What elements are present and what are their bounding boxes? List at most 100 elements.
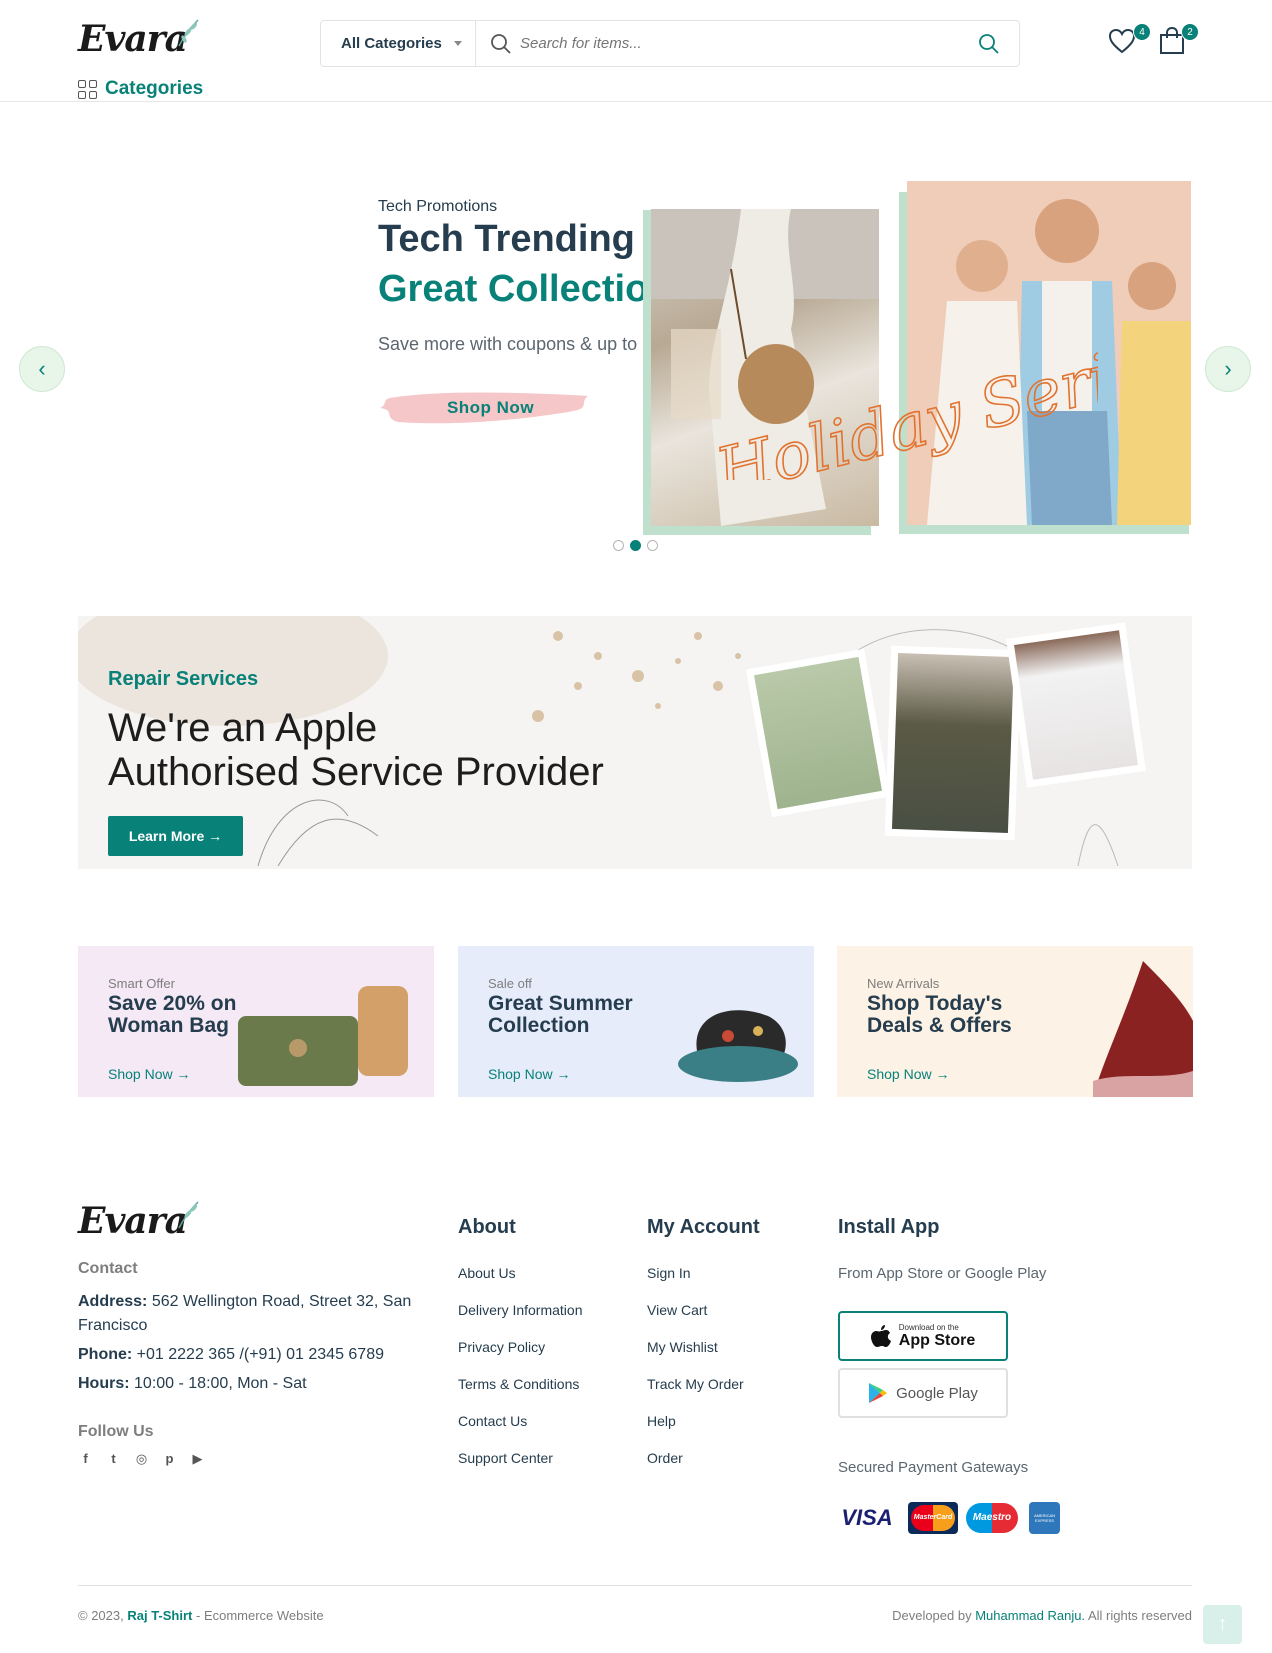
phone-label: Phone: — [78, 1346, 133, 1363]
slider-dot-3[interactable] — [647, 540, 658, 551]
search-bar: All Categories — [320, 20, 1020, 67]
copyright-suffix: - Ecommerce Website — [196, 1608, 324, 1623]
footer-link-terms[interactable]: Terms & Conditions — [458, 1376, 583, 1413]
payments-label: Secured Payment Gateways — [838, 1459, 1029, 1476]
hero-subtitle: Tech Promotions — [378, 198, 498, 215]
promo-title-3: Shop Today's Deals & Offers — [867, 992, 1012, 1037]
twitter-icon[interactable]: t — [106, 1451, 121, 1466]
copyright-brand-link[interactable]: Raj T-Shirt — [127, 1608, 192, 1623]
cart-count-badge: 2 — [1181, 23, 1199, 41]
categories-menu-button[interactable]: Categories — [78, 78, 203, 100]
maestro-icon: Maestro — [966, 1502, 1018, 1534]
about-links: About Us Delivery Information Privacy Po… — [458, 1265, 583, 1487]
footer-link-sign-in[interactable]: Sign In — [647, 1265, 744, 1302]
footer-link-wishlist[interactable]: My Wishlist — [647, 1339, 744, 1376]
app-store-small-text: Download on the — [898, 1322, 959, 1332]
footer-leaf-icon — [178, 1201, 199, 1229]
category-select[interactable]: All Categories — [321, 21, 476, 66]
promo-card-deals[interactable]: New Arrivals Shop Today's Deals & Offers… — [837, 946, 1193, 1097]
bucket-hat-image — [678, 1010, 798, 1082]
chevron-left-icon: ‹ — [38, 356, 46, 381]
svg-text:Holiday Series: Holiday Series — [708, 340, 1098, 480]
footer-logo-text: Evara — [78, 1200, 188, 1242]
footer-link-order[interactable]: Order — [647, 1450, 744, 1487]
bag-image — [238, 986, 408, 1086]
hero-shop-now-button[interactable]: Shop Now — [378, 386, 603, 430]
promo-small-1: Smart Offer — [108, 976, 175, 991]
hero-shop-now-label: Shop Now — [446, 398, 535, 417]
footer-link-delivery[interactable]: Delivery Information — [458, 1302, 583, 1339]
promo-shop-now-1[interactable]: Shop Now → — [108, 1066, 190, 1082]
learn-more-button[interactable]: Learn More → — [108, 816, 243, 856]
about-heading: About — [458, 1216, 516, 1238]
promo-small-2: Sale off — [488, 976, 532, 991]
service-subtitle: Repair Services — [108, 668, 259, 690]
promo-shop-now-2[interactable]: Shop Now → — [488, 1066, 570, 1082]
slider-prev-button[interactable]: ‹ — [19, 346, 65, 392]
promo-card-bag[interactable]: Smart Offer Save 20% on Woman Bag Shop N… — [78, 946, 434, 1097]
scroll-to-top-button[interactable]: ↑ — [1203, 1605, 1242, 1644]
hero-description: Save more with coupons & up to 20% off — [378, 334, 658, 354]
instagram-icon[interactable]: ◎ — [134, 1451, 149, 1466]
slider-next-button[interactable]: › — [1205, 346, 1251, 392]
account-heading: My Account — [647, 1216, 760, 1238]
hours-label: Hours: — [78, 1375, 130, 1392]
install-app-heading: Install App — [838, 1216, 940, 1238]
google-play-icon — [869, 1383, 888, 1403]
promo-small-3: New Arrivals — [867, 976, 940, 991]
logo-text: Evara — [78, 18, 188, 60]
service-title: We're an Apple Authorised Service Provid… — [108, 706, 604, 794]
google-play-label: Google Play — [896, 1384, 978, 1402]
footer-link-privacy[interactable]: Privacy Policy — [458, 1339, 583, 1376]
app-store-big-text: App Store — [898, 1331, 976, 1349]
hero-title-line1: Tech Trending — [378, 218, 635, 260]
service-photo-dress — [884, 645, 1022, 841]
footer-logo[interactable]: Evara — [78, 1200, 199, 1242]
site-header: Evara All Categories 4 2 Categories — [0, 0, 1272, 102]
promo-title-2: Great Summer Collection — [488, 992, 633, 1037]
wishlist-button[interactable]: 4 — [1108, 23, 1151, 58]
category-select-label: All Categories — [341, 35, 442, 52]
follow-label: Follow Us — [78, 1423, 154, 1440]
footer-link-view-cart[interactable]: View Cart — [647, 1302, 744, 1339]
promo-card-summer[interactable]: Sale off Great Summer Collection Shop No… — [458, 946, 814, 1097]
google-play-button[interactable]: Google Play — [838, 1368, 1008, 1418]
search-submit-icon[interactable] — [978, 33, 1000, 55]
footer-link-help[interactable]: Help — [647, 1413, 744, 1450]
heart-icon — [1108, 28, 1136, 54]
promo-title-1: Save 20% on Woman Bag — [108, 992, 237, 1037]
mastercard-icon: MasterCard — [908, 1502, 958, 1534]
search-input[interactable] — [520, 35, 960, 52]
facebook-icon[interactable]: f — [78, 1451, 93, 1466]
phone-value: +01 2222 365 /(+91) 01 2345 6789 — [136, 1346, 384, 1363]
service-banner: Repair Services We're an Apple Authorise… — [78, 616, 1192, 869]
hours-value: 10:00 - 18:00, Mon - Sat — [134, 1375, 307, 1392]
app-store-button[interactable]: Download on the App Store — [838, 1311, 1008, 1361]
address-label: Address: — [78, 1293, 148, 1310]
slider-dot-2[interactable] — [630, 540, 641, 551]
leaf-icon — [178, 19, 199, 47]
service-photo-blouse — [1006, 622, 1146, 788]
install-app-text: From App Store or Google Play — [838, 1265, 1047, 1282]
grid-icon — [78, 79, 97, 99]
arrow-up-icon: ↑ — [1217, 1613, 1228, 1635]
developer-link[interactable]: Muhammad Ranju. — [975, 1608, 1085, 1623]
address-text: Address: 562 Wellington Road, Street 32,… — [78, 1290, 418, 1338]
youtube-icon[interactable]: ▶ — [190, 1451, 205, 1466]
chevron-right-icon: › — [1224, 356, 1232, 381]
cart-button[interactable]: 2 — [1158, 23, 1199, 56]
footer-link-support[interactable]: Support Center — [458, 1450, 583, 1487]
scarf-image — [1093, 961, 1193, 1097]
footer-link-about-us[interactable]: About Us — [458, 1265, 583, 1302]
logo[interactable]: Evara — [78, 18, 199, 60]
slider-dot-1[interactable] — [613, 540, 624, 551]
promo-shop-now-3[interactable]: Shop Now → — [867, 1066, 949, 1082]
mastercard-label: MasterCard — [911, 1505, 955, 1531]
hours-text: Hours: 10:00 - 18:00, Mon - Sat — [78, 1372, 307, 1396]
footer-link-track-order[interactable]: Track My Order — [647, 1376, 744, 1413]
pinterest-icon[interactable]: p — [162, 1451, 177, 1466]
maestro-label: Maestro — [966, 1503, 1018, 1533]
developer-credit: Developed by Muhammad Ranju. All rights … — [892, 1608, 1192, 1623]
footer-link-contact[interactable]: Contact Us — [458, 1413, 583, 1450]
visa-icon: VISA — [841, 1505, 893, 1530]
